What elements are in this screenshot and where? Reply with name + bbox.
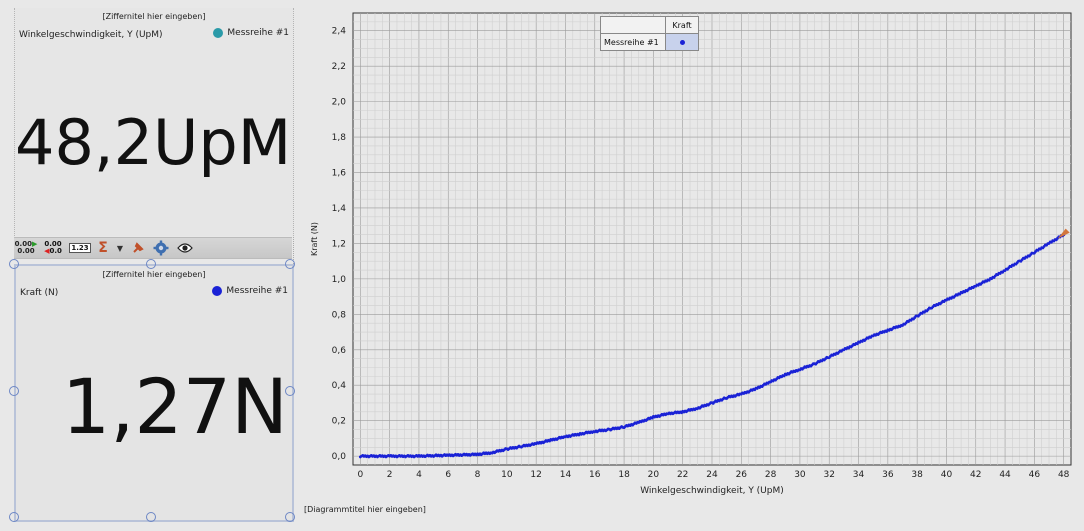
x-tick-label: 6 bbox=[445, 470, 451, 480]
digit-panel-title[interactable]: [Ziffernitel hier eingeben] bbox=[15, 12, 293, 21]
digit-panel-legend: Messreihe #1 bbox=[212, 286, 288, 296]
digit-display-toolbar: 0.00▶ 0.00 0.00 ◀0.0 1.23 Σ ▼ bbox=[14, 237, 292, 259]
pin-icon[interactable] bbox=[130, 239, 146, 257]
x-tick-label: 4 bbox=[416, 470, 422, 480]
digit-panel-legend-label: Messreihe #1 bbox=[227, 28, 289, 38]
y-tick-label: 1,4 bbox=[332, 204, 347, 214]
y-tick-label: 0,2 bbox=[332, 417, 346, 427]
resize-handle-bottom-right[interactable] bbox=[285, 512, 295, 522]
digit-panel-legend: Messreihe #1 bbox=[213, 28, 289, 38]
resize-handle-bottom-left[interactable] bbox=[9, 512, 19, 522]
x-tick-label: 44 bbox=[999, 470, 1011, 480]
y-tick-label: 0,8 bbox=[332, 310, 347, 320]
resize-handle-top-left[interactable] bbox=[9, 259, 19, 269]
legend-row-label: Messreihe #1 bbox=[600, 33, 666, 51]
y-tick-label: 1,0 bbox=[332, 275, 347, 285]
legend-header-kraft: Kraft bbox=[665, 16, 699, 34]
x-tick-label: 48 bbox=[1058, 470, 1070, 480]
x-tick-label: 30 bbox=[794, 470, 806, 480]
value-display-text: 1.23 bbox=[69, 243, 91, 253]
eye-icon[interactable] bbox=[176, 239, 194, 257]
y-tick-label: 0,6 bbox=[332, 346, 347, 356]
x-axis-label: Winkelgeschwindigkeit, Y (UpM) bbox=[640, 486, 784, 496]
y-tick-label: 0,4 bbox=[332, 381, 347, 391]
x-tick-label: 16 bbox=[589, 470, 601, 480]
y-tick-label: 1,2 bbox=[332, 239, 346, 249]
digit-panel-title[interactable]: [Ziffernitel hier eingeben] bbox=[16, 270, 292, 279]
legend-series-marker-icon bbox=[665, 33, 699, 51]
digit-value: 48,2UpM bbox=[15, 106, 292, 179]
legend-header-blank bbox=[600, 16, 666, 34]
value-display-icon[interactable]: 1.23 bbox=[69, 239, 91, 257]
digit-value: 1,27N bbox=[61, 362, 288, 451]
digit-display-panel-angular-velocity[interactable]: [Ziffernitel hier eingeben] Winkelgeschw… bbox=[14, 8, 294, 236]
x-tick-label: 36 bbox=[882, 470, 894, 480]
x-tick-label: 42 bbox=[970, 470, 981, 480]
scatter-chart[interactable]: 0 2 4 6 8 10 12 14 16 18 20 22 24 26 28 30 32 34 36 38 40 42 4… bbox=[298, 8, 1084, 508]
digit-panel-legend-label: Messreihe #1 bbox=[226, 286, 288, 296]
resize-handle-bottom[interactable] bbox=[146, 512, 156, 522]
series-color-dot-icon bbox=[213, 28, 224, 38]
x-tick-label: 22 bbox=[677, 470, 688, 480]
x-tick-label: 32 bbox=[823, 470, 834, 480]
x-tick-label: 0 bbox=[357, 470, 363, 480]
y-tick-label: 0,0 bbox=[332, 452, 347, 462]
chart-legend-table[interactable]: Kraft Messreihe #1 bbox=[600, 16, 699, 51]
x-tick-label: 34 bbox=[853, 470, 865, 480]
series-color-dot-icon bbox=[212, 286, 223, 296]
number-format-icon[interactable]: 0.00▶ 0.00 bbox=[15, 239, 38, 257]
dropdown-icon[interactable]: ▼ bbox=[116, 239, 124, 257]
x-tick-label: 10 bbox=[501, 470, 513, 480]
x-tick-label: 26 bbox=[736, 470, 748, 480]
chart-title-placeholder[interactable]: [Diagrammtitel hier eingeben] bbox=[304, 505, 426, 514]
y-tick-label: 2,4 bbox=[332, 27, 347, 37]
gear-icon[interactable] bbox=[152, 239, 170, 257]
y-axis-label: Kraft (N) bbox=[310, 222, 319, 256]
x-tick-label: 8 bbox=[475, 470, 481, 480]
x-tick-label: 20 bbox=[648, 470, 660, 480]
resize-handle-top[interactable] bbox=[146, 259, 156, 269]
digit-display-panel-force[interactable]: [Ziffernitel hier eingeben] Kraft (N) Me… bbox=[14, 264, 294, 522]
x-tick-label: 24 bbox=[706, 470, 718, 480]
x-tick-label: 28 bbox=[765, 470, 777, 480]
x-tick-label: 40 bbox=[941, 470, 953, 480]
resize-handle-top-right[interactable] bbox=[285, 259, 295, 269]
x-tick-label: 18 bbox=[618, 470, 630, 480]
y-tick-label: 1,8 bbox=[332, 133, 347, 143]
y-tick-label: 2,0 bbox=[332, 98, 347, 108]
x-tick-label: 2 bbox=[387, 470, 393, 480]
decimal-places-icon[interactable]: 0.00 ◀0.0 bbox=[42, 239, 64, 257]
digit-panel-quantity-label: Winkelgeschwindigkeit, Y (UpM) bbox=[19, 30, 163, 40]
y-tick-label: 1,6 bbox=[332, 169, 347, 179]
x-tick-label: 38 bbox=[911, 470, 923, 480]
sigma-icon[interactable]: Σ bbox=[96, 239, 110, 257]
y-tick-label: 2,2 bbox=[332, 62, 346, 72]
chart-panel[interactable]: 0 2 4 6 8 10 12 14 16 18 20 22 24 26 28 30 32 34 36 38 40 42 4… bbox=[298, 8, 1084, 508]
resize-handle-right[interactable] bbox=[285, 386, 295, 396]
digit-panel-quantity-label: Kraft (N) bbox=[20, 288, 59, 298]
x-tick-label: 14 bbox=[560, 470, 572, 480]
resize-handle-left[interactable] bbox=[9, 386, 19, 396]
x-tick-label: 12 bbox=[530, 470, 541, 480]
x-tick-label: 46 bbox=[1029, 470, 1041, 480]
